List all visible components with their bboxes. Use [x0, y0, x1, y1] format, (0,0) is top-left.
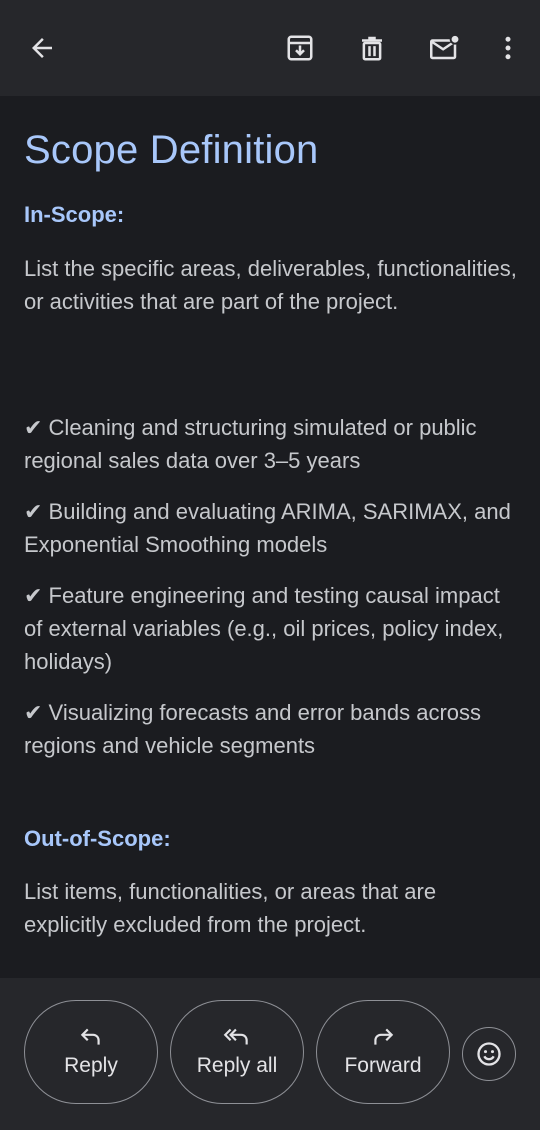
- back-button[interactable]: [22, 30, 62, 66]
- delete-icon: [362, 36, 382, 61]
- in-scope-intro: List the specific areas, deliverables, f…: [24, 256, 517, 314]
- top-app-bar: [0, 0, 540, 96]
- list-item-text: Cleaning and structuring simulated or pu…: [24, 415, 477, 473]
- delete-button[interactable]: [354, 30, 390, 66]
- out-of-scope-intro: List items, functionalities, or areas th…: [24, 879, 437, 937]
- list-item-text: Building and evaluating ARIMA, SARIMAX, …: [24, 499, 511, 557]
- forward-icon: [374, 1028, 394, 1045]
- list-item: ✔ Building and evaluating ARIMA, SARIMAX…: [24, 495, 524, 561]
- add-reaction-button[interactable]: [462, 1027, 516, 1081]
- list-item: ✔ Visualizing forecasts and error bands …: [24, 696, 524, 762]
- out-of-scope-heading: Out-of-Scope:: [24, 826, 171, 851]
- add-reaction-icon: [477, 1042, 501, 1066]
- reply-icon: [80, 1028, 100, 1045]
- archive-button[interactable]: [282, 30, 318, 66]
- in-scope-heading: In-Scope:: [24, 202, 125, 227]
- list-item: ✔ Cleaning and structuring simulated or …: [24, 411, 524, 477]
- arrow-back-icon: [32, 38, 52, 58]
- archive-icon: [287, 35, 313, 61]
- mark-unread-icon: [430, 33, 461, 60]
- list-item-text: Feature engineering and testing causal i…: [24, 583, 504, 674]
- reply-all-icon: [223, 1028, 248, 1045]
- forward-label: Forward: [344, 1054, 422, 1077]
- checkmark-icon: ✔: [24, 415, 49, 440]
- mark-unread-button[interactable]: [426, 30, 464, 66]
- forward-button[interactable]: Forward: [316, 1000, 450, 1104]
- reply-all-label: Reply all: [196, 1054, 278, 1077]
- reply-label: Reply: [64, 1054, 118, 1077]
- list-item-text: Visualizing forecasts and error bands ac…: [24, 700, 482, 758]
- reply-all-button[interactable]: Reply all: [170, 1000, 304, 1104]
- checkmark-icon: ✔: [24, 499, 49, 524]
- checkmark-icon: ✔: [24, 583, 49, 608]
- checkmark-icon: ✔: [24, 700, 49, 725]
- email-title: Scope Definition: [24, 128, 319, 172]
- more-vert-icon: [505, 36, 511, 60]
- list-item: ✔ Feature engineering and testing causal…: [24, 579, 524, 678]
- reply-button[interactable]: Reply: [24, 1000, 158, 1104]
- more-options-button[interactable]: [490, 30, 526, 66]
